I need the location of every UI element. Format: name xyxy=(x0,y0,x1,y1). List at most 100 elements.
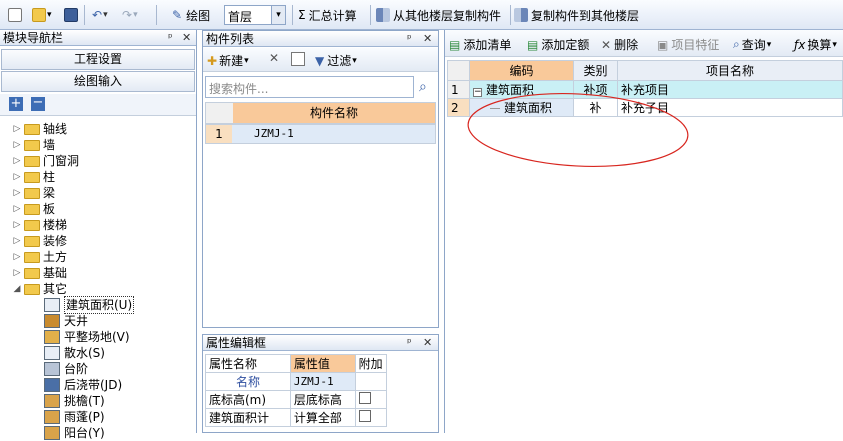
search-placeholder: 搜索构件... xyxy=(209,82,269,96)
new-component-button[interactable]: ✚ 新建 ▾ xyxy=(207,52,249,69)
copy-icon[interactable] xyxy=(291,52,305,66)
save-icon[interactable] xyxy=(64,4,78,26)
tree-child-label: 平整场地(V) xyxy=(64,330,130,344)
tree-item-other[interactable]: ◢ 其它 xyxy=(12,281,67,297)
new-file-icon[interactable] xyxy=(8,4,22,26)
tree-child-post-cast-strip[interactable]: 后浇带(JD) xyxy=(44,377,122,393)
redo-icon[interactable]: ↷ ▾ xyxy=(122,4,138,26)
table-row[interactable]: 1 JZMJ-1 xyxy=(205,124,436,144)
tree-child-label: 天井 xyxy=(64,314,89,328)
tree-item-label: 基础 xyxy=(43,266,68,280)
tree-item-stairs[interactable]: ▷ 楼梯 xyxy=(12,217,67,233)
copy-to-floor-button[interactable]: 复制构件到其他楼层 xyxy=(514,4,639,26)
expand-icon[interactable]: ▷ xyxy=(12,265,22,281)
expand-icon[interactable]: ▷ xyxy=(12,153,22,169)
floor-select[interactable]: 首层 ▾ xyxy=(224,5,286,25)
tree-item-earthwork[interactable]: ▷ 土方 xyxy=(12,249,67,265)
drawing-input-button[interactable]: 绘图输入 xyxy=(1,71,195,92)
pin-icon[interactable]: ᵖ xyxy=(407,31,412,47)
filter-button[interactable]: ▼ 过滤 ▾ xyxy=(315,52,357,69)
function-icon: ƒx xyxy=(794,37,806,52)
tree-child-step[interactable]: 台阶 xyxy=(44,361,88,377)
extra-checkbox[interactable] xyxy=(358,410,371,422)
property-name-cell: 底标高(m) xyxy=(205,390,291,409)
expand-icon[interactable]: ▷ xyxy=(12,169,22,185)
list-toolbar: ▤ 添加清单 ▤ 添加定额 ✕ 删除 ▣ 项目特征 ⌕ 查询 ▾ ƒx 换算 ▾ xyxy=(445,30,843,57)
filter-label: 过滤 xyxy=(327,54,352,68)
collapse-icon[interactable]: ◢ xyxy=(12,281,22,297)
summary-calc-button[interactable]: Σ 汇总计算 xyxy=(298,4,357,26)
folder-icon xyxy=(24,219,40,231)
item-feature-button[interactable]: ▣ 项目特征 xyxy=(657,36,719,53)
draw-button[interactable]: ✎ 绘图 xyxy=(172,4,210,26)
expand-icon[interactable]: ▷ xyxy=(12,137,22,153)
tree-child-balcony[interactable]: 阳台(Y) xyxy=(44,425,105,441)
close-icon[interactable]: ✕ xyxy=(423,335,432,351)
tree-item-wall[interactable]: ▷ 墙 xyxy=(12,137,55,153)
undo-icon[interactable]: ↶ ▾ xyxy=(92,4,108,26)
tree-child-label: 台阶 xyxy=(64,362,89,376)
tree-item-label: 板 xyxy=(43,202,56,216)
search-icon[interactable]: ⌕ xyxy=(419,79,427,95)
delete-button[interactable]: ✕ 删除 xyxy=(601,36,638,53)
summary-calc-label: 汇总计算 xyxy=(308,8,357,23)
tree-child-canopy[interactable]: 雨蓬(P) xyxy=(44,409,105,425)
expand-icon[interactable]: ▷ xyxy=(12,249,22,265)
close-icon[interactable]: ✕ xyxy=(182,30,191,46)
expand-icon[interactable]: ▷ xyxy=(12,201,22,217)
component-list-title-text: 构件列表 xyxy=(206,32,255,46)
tree-child-label: 阳台(Y) xyxy=(64,426,105,440)
search-input[interactable]: 搜索构件... xyxy=(205,76,414,98)
tree-child-eave[interactable]: 挑檐(T) xyxy=(44,393,105,409)
project-settings-button[interactable]: 工程设置 xyxy=(1,49,195,70)
tree-child-building-area[interactable]: 建筑面积(U) xyxy=(44,296,135,314)
expand-icon[interactable]: ▷ xyxy=(12,185,22,201)
tree-child-apron[interactable]: 散水(S) xyxy=(44,345,105,361)
extra-checkbox[interactable] xyxy=(358,392,371,404)
copy-from-floor-button[interactable]: 从其他楼层复制构件 xyxy=(376,4,501,26)
open-folder-icon[interactable]: ▾ xyxy=(32,4,52,26)
add-quota-button[interactable]: ▤ 添加定额 xyxy=(527,36,589,53)
tree-item-decoration[interactable]: ▷ 装修 xyxy=(12,233,67,249)
copy-from-icon xyxy=(376,8,390,22)
type-header: 类别 xyxy=(573,60,618,81)
tree-item-column[interactable]: ▷ 柱 xyxy=(12,169,55,185)
property-name-header: 属性名称 xyxy=(205,354,291,373)
add-list-button[interactable]: ▤ 添加清单 xyxy=(449,36,511,53)
folder-icon xyxy=(24,155,40,167)
sigma-icon: Σ xyxy=(298,8,306,22)
expand-all-icon[interactable]: + xyxy=(9,97,23,111)
delete-icon[interactable]: ✕ xyxy=(269,51,279,65)
tree-item-beam[interactable]: ▷ 梁 xyxy=(12,185,55,201)
tree-item-label: 柱 xyxy=(43,170,56,184)
expand-icon[interactable]: ▷ xyxy=(12,217,22,233)
tree-item-label: 梁 xyxy=(43,186,56,200)
property-extra-cell xyxy=(354,372,388,391)
expand-icon[interactable]: ▷ xyxy=(12,121,22,137)
query-button[interactable]: ⌕ 查询 ▾ xyxy=(733,36,771,53)
delete-icon: ✕ xyxy=(601,37,612,52)
property-value-cell[interactable]: JZMJ-1 xyxy=(289,372,356,391)
pin-icon[interactable]: ᵖ xyxy=(168,30,173,46)
module-navigator-title: 模块导航栏 ᵖ ✕ xyxy=(0,30,196,46)
tree-item-axis[interactable]: ▷ 轴线 xyxy=(12,121,67,137)
convert-button[interactable]: ƒx 换算 ▾ xyxy=(794,36,837,53)
expand-icon[interactable]: ▷ xyxy=(12,233,22,249)
tree-item-foundation[interactable]: ▷ 基础 xyxy=(12,265,67,281)
module-navigator-panel: 模块导航栏 ᵖ ✕ 工程设置 绘图输入 + − ▷ 轴线 ▷ 墙 ▷ 门窗洞 ▷ 柱 ▷… xyxy=(0,30,197,440)
close-icon[interactable]: ✕ xyxy=(423,31,432,47)
folder-icon xyxy=(24,251,40,263)
property-value-cell[interactable]: 计算全部 xyxy=(289,408,356,427)
tree-child-site-leveling[interactable]: 平整场地(V) xyxy=(44,329,130,345)
collapse-all-icon[interactable]: − xyxy=(31,96,45,111)
tree-item-door-window[interactable]: ▷ 门窗洞 xyxy=(12,153,79,169)
pin-icon[interactable]: ᵖ xyxy=(407,335,412,351)
add-list-label: 添加清单 xyxy=(463,38,512,52)
tree-item-slab[interactable]: ▷ 板 xyxy=(12,201,55,217)
property-value-cell[interactable]: 层底标高 xyxy=(289,390,356,409)
tree-item-label: 门窗洞 xyxy=(43,154,80,168)
folder-icon xyxy=(24,203,40,215)
component-name-cell: JZMJ-1 xyxy=(254,127,294,140)
chevron-down-icon[interactable]: ▾ xyxy=(271,6,285,24)
tree-child-patio[interactable]: 天井 xyxy=(44,313,88,329)
